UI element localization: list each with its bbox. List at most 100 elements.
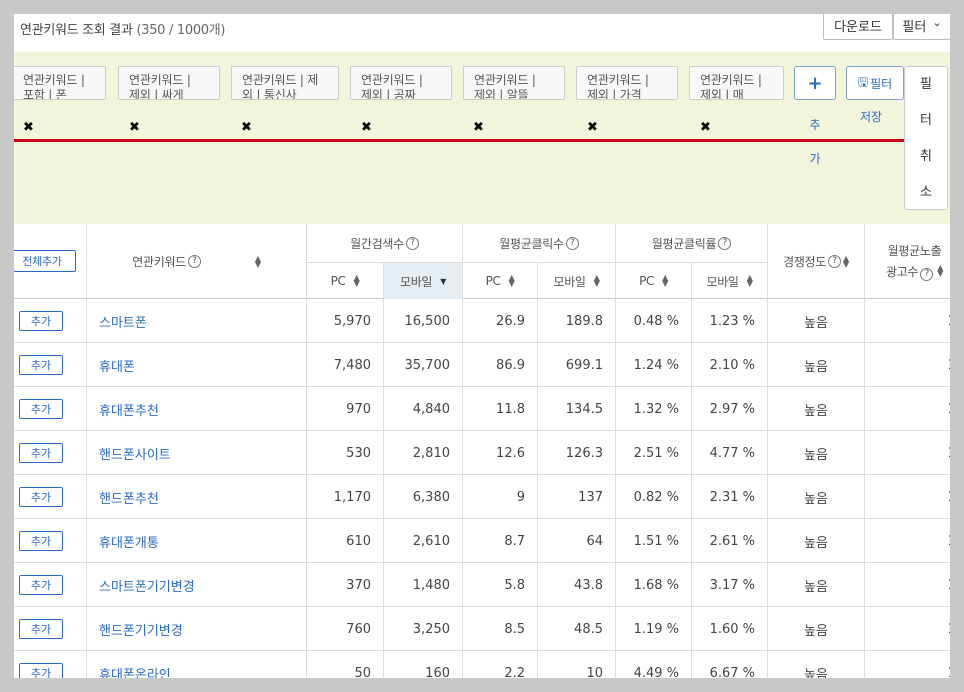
add-keyword-button[interactable]: 추가 xyxy=(19,531,63,551)
search-pc: 610 xyxy=(307,519,384,563)
search-mobile-header[interactable]: 모바일 ▼ xyxy=(384,263,463,299)
search-mobile: 16,500 xyxy=(384,299,463,343)
ctr-mobile-header[interactable]: 모바일 ▲ ▼ xyxy=(692,263,768,299)
chip-line-2: 제외 | 가격 xyxy=(587,88,642,100)
monthly-search-label: 월간검색수 xyxy=(350,236,404,251)
monthly-clicks-label: 월평균클릭수 xyxy=(499,236,564,251)
keyword-link[interactable]: 핸드폰사이트 xyxy=(87,431,307,475)
add-all-button[interactable]: 전체추가 xyxy=(14,250,76,272)
search-mobile: 3,250 xyxy=(384,607,463,651)
ad-count: 15 xyxy=(865,607,950,651)
close-icon[interactable]: ✖ xyxy=(473,120,484,135)
help-icon[interactable]: ? xyxy=(565,236,579,250)
sort-desc-icon[interactable]: ▼ xyxy=(440,277,446,286)
ad-count-label-1: 월평균노출 xyxy=(887,244,942,258)
ad-count: 15 xyxy=(865,343,950,387)
keyword-link[interactable]: 휴대폰 xyxy=(87,343,307,387)
chip-line-2: 제외 | 공짜 xyxy=(361,88,416,100)
sort-icon[interactable]: ▲ ▼ xyxy=(255,254,261,268)
filter-chip[interactable]: 연관키워드 | 제외 | 공짜 xyxy=(350,66,452,100)
filter-dropdown-button[interactable]: 필터 ⌄ xyxy=(893,14,950,40)
pc-label: PC xyxy=(639,274,655,288)
overlay-bottom-edge xyxy=(0,678,964,692)
add-keyword-button[interactable]: 추가 xyxy=(19,487,63,507)
results-header: 연관키워드 조회 결과 (350 / 1000개) 다운로드 필터 ⌄ xyxy=(14,14,950,52)
add-keyword-button[interactable]: 추가 xyxy=(19,443,63,463)
save-icon: 🖫 xyxy=(857,74,869,89)
ctr-pc-header[interactable]: PC ▲ ▼ xyxy=(616,263,692,299)
highlight-underline xyxy=(14,139,940,142)
clicks-mobile: 48.5 xyxy=(538,607,616,651)
ctr-pc: 0.82 % xyxy=(616,475,692,519)
keyword-link[interactable]: 핸드폰기기변경 xyxy=(87,607,307,651)
monthly-ctr-header: 월평균클릭률? xyxy=(616,224,768,263)
close-icon[interactable]: ✖ xyxy=(23,120,34,135)
close-icon[interactable]: ✖ xyxy=(241,120,252,135)
sort-icon[interactable]: ▲ ▼ xyxy=(594,274,600,288)
sort-icon[interactable]: ▲ ▼ xyxy=(662,274,668,288)
filter-chip[interactable]: 연관키워드 | 제외 | 통신사 xyxy=(231,66,339,100)
ad-count-column-header[interactable]: 월평균노출 광고수 ?▲ ▼ xyxy=(865,224,950,299)
sort-icon[interactable]: ▲ ▼ xyxy=(747,274,753,288)
search-mobile: 2,810 xyxy=(384,431,463,475)
cancel-filter-button[interactable]: 필 터 취 소 xyxy=(904,66,948,210)
add-cell: 추가 xyxy=(14,343,87,387)
add-keyword-button[interactable]: 추가 xyxy=(19,355,63,375)
sort-icon[interactable]: ▲ ▼ xyxy=(354,274,360,288)
sort-icon[interactable]: ▲ ▼ xyxy=(509,274,515,288)
clicks-mobile: 137 xyxy=(538,475,616,519)
clicks-pc: 8.5 xyxy=(463,607,538,651)
keyword-link[interactable]: 핸드폰추천 xyxy=(87,475,307,519)
search-pc: 370 xyxy=(307,563,384,607)
table-row: 추가 휴대폰추천 970 4,840 11.8 134.5 1.32 % 2.9… xyxy=(14,387,950,431)
close-icon[interactable]: ✖ xyxy=(129,120,140,135)
close-icon[interactable]: ✖ xyxy=(700,120,711,135)
keyword-link[interactable]: 스마트폰기기변경 xyxy=(87,563,307,607)
help-icon[interactable]: ? xyxy=(828,255,842,268)
mobile-label: 모바일 xyxy=(553,274,586,289)
filter-chip[interactable]: 연관키워드 | 포함 | 폰 xyxy=(14,66,106,100)
ctr-mobile: 4.77 % xyxy=(692,431,768,475)
cancel-char: 취 xyxy=(920,149,932,164)
ctr-mobile: 2.10 % xyxy=(692,343,768,387)
plus-icon: + xyxy=(807,72,823,94)
add-filter-button[interactable]: + xyxy=(794,66,836,100)
filter-chip[interactable]: 연관키워드 | 제외 | 매 xyxy=(689,66,784,100)
save-filter-button[interactable]: 🖫 필터 xyxy=(846,66,904,100)
competition: 높음 xyxy=(768,563,865,607)
monthly-ctr-label: 월평균클릭률 xyxy=(651,236,717,251)
clicks-pc-header[interactable]: PC ▲ ▼ xyxy=(463,263,538,299)
add-keyword-button[interactable]: 추가 xyxy=(19,399,63,419)
clicks-mobile: 699.1 xyxy=(538,343,616,387)
filter-chip[interactable]: 연관키워드 | 제외 | 가격 xyxy=(576,66,678,100)
download-button[interactable]: 다운로드 xyxy=(823,14,893,40)
add-label-char: 추 xyxy=(809,118,821,132)
keyword-column-header[interactable]: 연관키워드? ▲ ▼ xyxy=(87,224,307,299)
close-icon[interactable]: ✖ xyxy=(361,120,372,135)
mobile-label: 모바일 xyxy=(399,274,433,289)
competition-column-header[interactable]: 경쟁정도? ▲ ▼ xyxy=(768,224,865,299)
competition: 높음 xyxy=(768,387,865,431)
help-icon[interactable]: ? xyxy=(718,236,732,250)
add-keyword-button[interactable]: 추가 xyxy=(19,575,63,595)
add-cell: 추가 xyxy=(14,607,87,651)
keyword-link[interactable]: 휴대폰추천 xyxy=(87,387,307,431)
close-icon[interactable]: ✖ xyxy=(587,120,598,135)
add-keyword-button[interactable]: 추가 xyxy=(19,311,63,331)
filter-chip[interactable]: 연관키워드 | 제외 | 알뜰 xyxy=(463,66,565,100)
keyword-link[interactable]: 스마트폰 xyxy=(87,299,307,343)
chip-line-1: 연관키워드 | xyxy=(474,73,536,87)
sort-icon[interactable]: ▲ ▼ xyxy=(937,264,943,278)
save-filter-text: 필터 xyxy=(870,76,893,91)
help-icon[interactable]: ? xyxy=(187,255,201,268)
add-keyword-button[interactable]: 추가 xyxy=(19,619,63,639)
clicks-mobile-header[interactable]: 모바일 ▲ ▼ xyxy=(538,263,616,299)
results-count: (350 / 1000개) xyxy=(136,23,226,38)
filter-chip[interactable]: 연관키워드 | 제외 | 싸게 xyxy=(118,66,220,100)
search-pc-header[interactable]: PC ▲ ▼ xyxy=(307,263,384,299)
sort-icon[interactable]: ▲ ▼ xyxy=(843,254,849,268)
help-icon[interactable]: ? xyxy=(920,268,934,281)
keyword-link[interactable]: 휴대폰개통 xyxy=(87,519,307,563)
help-icon[interactable]: ? xyxy=(405,236,419,250)
clicks-pc: 12.6 xyxy=(463,431,538,475)
